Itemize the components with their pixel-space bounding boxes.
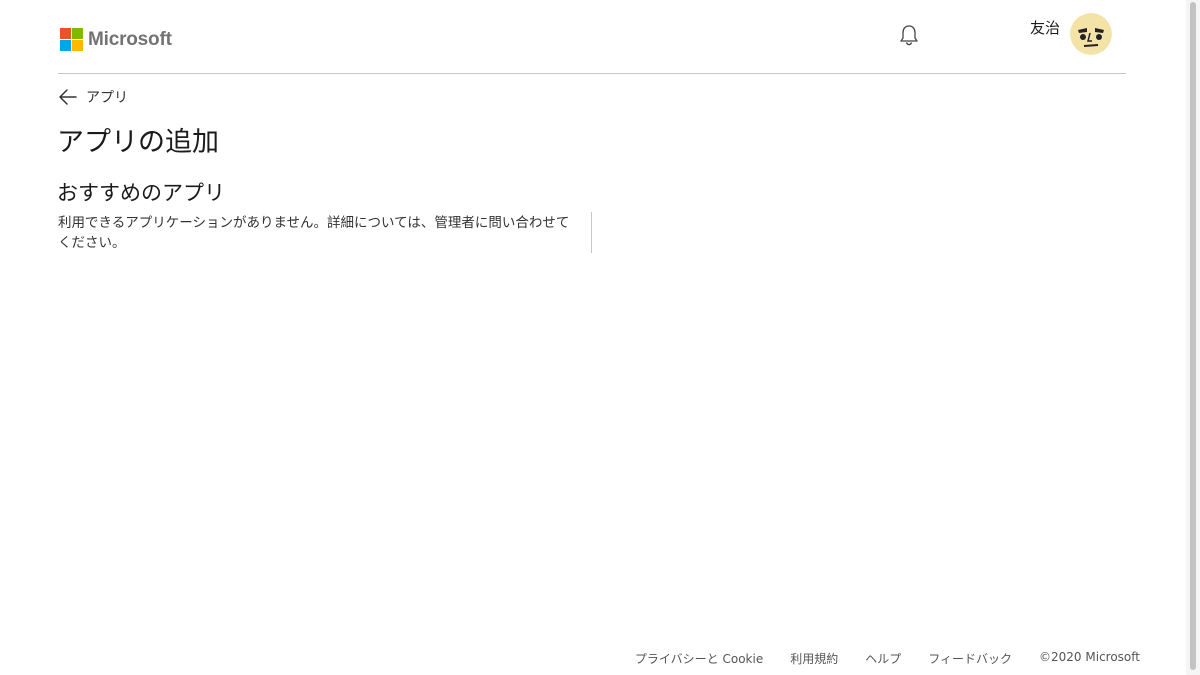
no-apps-message: 利用できるアプリケーションがありません。詳細については、管理者に問い合わせてくだ…	[58, 215, 570, 251]
privacy-cookie-link[interactable]: プライバシーと Cookie	[635, 650, 763, 667]
user-avatar[interactable]	[1070, 13, 1112, 55]
bell-icon	[900, 25, 918, 46]
avatar-face-icon	[1070, 13, 1112, 55]
page-title: アプリの追加	[57, 127, 219, 158]
microsoft-logo-icon	[60, 28, 83, 51]
copyright-text: ©2020 Microsoft	[1039, 650, 1140, 664]
help-link[interactable]: ヘルプ	[865, 650, 901, 667]
notifications-button[interactable]	[896, 22, 922, 48]
microsoft-logo[interactable]: Microsoft	[60, 28, 172, 51]
vertical-divider	[591, 212, 592, 253]
terms-link[interactable]: 利用規約	[790, 650, 838, 667]
back-link-label: アプリ	[86, 90, 128, 106]
footer: プライバシーと Cookie 利用規約 ヘルプ フィードバック ©2020 Mi…	[608, 650, 1140, 667]
page: Microsoft 友治 アプリ アプリの追加 おすすめのアプリ 利用できるアプ…	[0, 0, 1200, 675]
header: Microsoft 友治	[58, 0, 1126, 74]
vertical-scrollbar[interactable]	[1186, 0, 1200, 675]
brand-name: Microsoft	[88, 28, 172, 50]
arrow-left-icon	[59, 89, 77, 105]
user-name[interactable]: 友治	[1030, 17, 1060, 38]
section-title: おすすめのアプリ	[57, 181, 225, 205]
back-to-apps-link[interactable]: アプリ	[58, 87, 128, 107]
feedback-link[interactable]: フィードバック	[928, 650, 1012, 667]
scrollbar-thumb[interactable]	[1190, 2, 1196, 670]
